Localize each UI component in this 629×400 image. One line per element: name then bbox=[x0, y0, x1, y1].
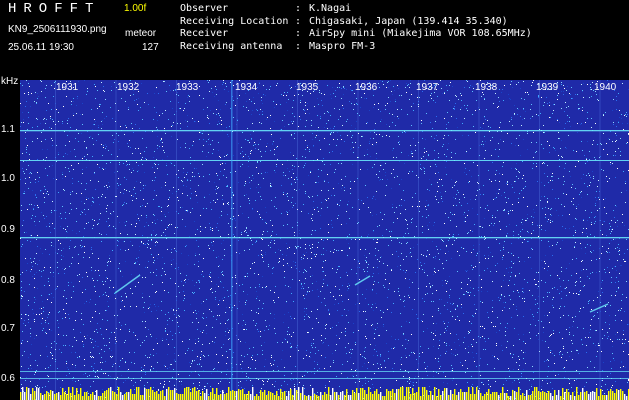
meteor-streak bbox=[589, 303, 609, 313]
file-name: KN9_2506111930.png bbox=[8, 24, 107, 35]
info-row-receiver: Receiver : AirSpy mini (Miakejima VOR 10… bbox=[180, 28, 532, 41]
minute-gridline bbox=[297, 80, 298, 400]
time-tick-label: 1938 bbox=[475, 82, 498, 93]
time-tick-label: 1939 bbox=[536, 82, 559, 93]
meteor-streak bbox=[114, 274, 141, 294]
meteor-count: 127 bbox=[142, 42, 159, 53]
date-time: 25.06.11 19:30 bbox=[8, 42, 74, 53]
y-tick-label: 1.1 bbox=[1, 124, 15, 135]
y-tick-label: 0.6 bbox=[1, 373, 15, 384]
minute-gridline bbox=[539, 80, 540, 400]
minute-gridline bbox=[236, 80, 238, 400]
minute-gridline bbox=[115, 80, 117, 400]
app-version: 1.00f bbox=[124, 3, 147, 14]
minute-gridline bbox=[176, 80, 177, 400]
info-key: Receiver bbox=[180, 28, 229, 39]
minute-gridline bbox=[55, 80, 56, 400]
time-tick-label: 1934 bbox=[235, 82, 258, 93]
time-tick-label: 1940 bbox=[594, 82, 617, 93]
info-separator: : bbox=[295, 40, 302, 52]
baseline-bars bbox=[20, 387, 629, 400]
y-tick-label: 0.9 bbox=[1, 224, 15, 235]
info-value: AirSpy mini (Miakejima VOR 108.65MHz) bbox=[309, 28, 532, 39]
info-separator: : bbox=[295, 28, 302, 39]
time-tick-label: 1935 bbox=[296, 82, 319, 93]
app-brand: HROFFT bbox=[8, 1, 101, 17]
y-tick-label: 0.8 bbox=[1, 275, 15, 286]
header-panel: HROFFT 1.00f KN9_2506111930.png meteor 2… bbox=[0, 0, 629, 78]
spectrogram-canvas bbox=[20, 80, 629, 400]
y-tick-label: 0.7 bbox=[1, 323, 15, 334]
info-key: Observer bbox=[180, 3, 229, 14]
time-tick-label: 1931 bbox=[56, 82, 79, 93]
time-tick-label: 1933 bbox=[176, 82, 199, 93]
info-key: Receiving Location bbox=[180, 15, 289, 27]
y-tick-label: 1.0 bbox=[1, 173, 15, 184]
carrier-line bbox=[20, 130, 629, 132]
carrier-line bbox=[20, 237, 629, 239]
info-value: K.Nagai bbox=[309, 3, 352, 14]
info-row-location: Receiving Location : Chigasaki, Japan (1… bbox=[180, 16, 532, 29]
mode-label: meteor bbox=[125, 28, 157, 39]
time-tick-label: 1932 bbox=[117, 82, 140, 93]
minute-gridline bbox=[418, 80, 419, 400]
time-tick-label: 1936 bbox=[355, 82, 378, 93]
minute-gridline bbox=[478, 80, 480, 400]
noise-layer bbox=[20, 80, 629, 400]
info-separator: : bbox=[295, 3, 302, 14]
station-info: Observer : K.Nagai Receiving Location : … bbox=[180, 3, 532, 53]
meteor-streak bbox=[354, 275, 371, 286]
info-row-observer: Observer : K.Nagai bbox=[180, 3, 532, 16]
info-value: Chigasaki, Japan (139.414 35.340) bbox=[309, 15, 508, 27]
time-tick-label: 1937 bbox=[416, 82, 439, 93]
info-separator: : bbox=[295, 15, 302, 27]
info-value: Maspro FM-3 bbox=[309, 40, 376, 52]
vertical-streak bbox=[231, 80, 233, 400]
info-key: Receiving antenna bbox=[180, 40, 283, 52]
y-axis-unit: kHz bbox=[1, 76, 19, 87]
info-row-antenna: Receiving antenna : Maspro FM-3 bbox=[180, 41, 532, 54]
carrier-line bbox=[20, 160, 629, 161]
carrier-line bbox=[20, 371, 629, 372]
carrier-line bbox=[20, 378, 629, 379]
minute-gridline bbox=[599, 80, 601, 400]
minute-gridline bbox=[357, 80, 359, 400]
spectrogram[interactable] bbox=[20, 80, 629, 400]
